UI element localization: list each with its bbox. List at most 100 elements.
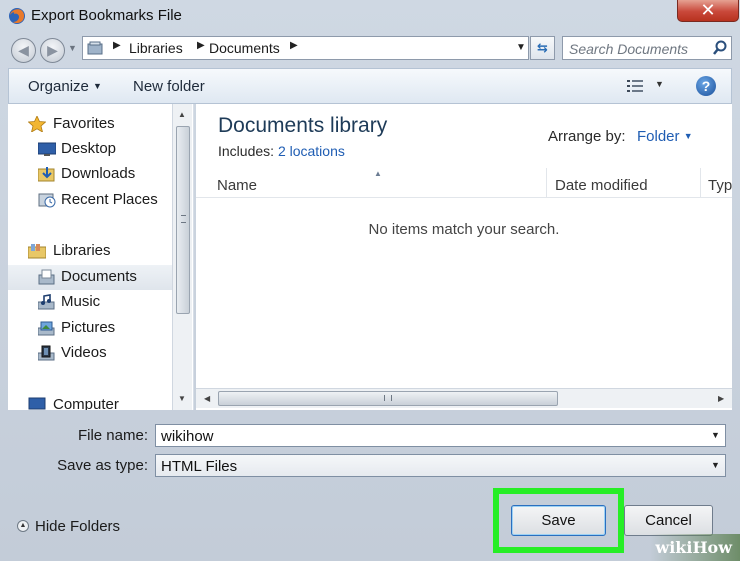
help-icon[interactable]: ? xyxy=(696,76,716,96)
recent-pages-dropdown-icon[interactable]: ▼ xyxy=(68,43,77,53)
search-box[interactable]: Search Documents xyxy=(562,36,732,60)
save-dialog: Export Bookmarks File ✕ ◀ ▶ ▼ ▶ Librarie… xyxy=(0,0,740,561)
nav-label: Computer xyxy=(53,396,119,410)
scrollbar-thumb[interactable] xyxy=(176,126,190,314)
file-name-input[interactable]: wikihow ▼ xyxy=(155,424,726,447)
save-button[interactable]: Save xyxy=(511,505,606,536)
breadcrumb-libraries[interactable]: Libraries xyxy=(129,40,183,56)
library-title: Documents library xyxy=(218,114,388,137)
locations-link[interactable]: 2 locations xyxy=(278,143,345,159)
scroll-down-icon[interactable]: ▼ xyxy=(178,394,186,403)
organize-menu[interactable]: Organize ▼ xyxy=(28,78,102,95)
downloads-folder-icon xyxy=(37,166,56,182)
nav-label: Favorites xyxy=(53,115,115,132)
wikihow-watermark: wikiHow xyxy=(650,534,740,561)
save-as-type-dropdown-icon[interactable]: ▼ xyxy=(711,460,720,470)
collapse-icon: ▲ xyxy=(17,520,29,532)
nav-computer[interactable]: Computer xyxy=(8,393,174,410)
save-as-type-label: Save as type: xyxy=(57,457,148,474)
column-header-row: ▲ Name Date modified Typ xyxy=(196,168,732,198)
nav-favorites[interactable]: Favorites xyxy=(8,112,174,137)
nav-label: Music xyxy=(61,293,101,310)
nav-downloads[interactable]: Downloads xyxy=(8,162,174,187)
title-bar: Export Bookmarks File ✕ xyxy=(0,0,740,33)
view-options-dropdown-icon[interactable]: ▼ xyxy=(655,79,664,89)
nav-desktop[interactable]: Desktop xyxy=(8,137,174,162)
scroll-right-icon[interactable]: ▶ xyxy=(718,394,724,403)
nav-music[interactable]: Music xyxy=(8,290,174,315)
recent-places-icon xyxy=(38,192,56,208)
grip-icon xyxy=(384,395,392,401)
breadcrumb-documents[interactable]: Documents xyxy=(209,40,280,56)
nav-label: Pictures xyxy=(61,319,116,336)
nav-label: Desktop xyxy=(61,140,117,157)
nav-recent-places[interactable]: Recent Places xyxy=(8,188,174,213)
organize-label: Organize xyxy=(28,78,89,95)
firefox-icon xyxy=(9,8,25,24)
cancel-button[interactable]: Cancel xyxy=(624,505,713,536)
libraries-icon xyxy=(87,41,103,55)
arrange-by-dropdown[interactable]: Folder ▼ xyxy=(637,128,693,145)
horizontal-scrollbar[interactable]: ◀ ▶ xyxy=(196,388,732,408)
breadcrumb-separator-icon[interactable]: ▶ xyxy=(113,40,121,51)
nav-label: Documents xyxy=(61,268,137,285)
arrange-by-value: Folder xyxy=(637,128,680,145)
command-bar: Organize ▼ New folder ▼ ? xyxy=(8,68,732,104)
forward-arrow-icon: ▶ xyxy=(47,42,58,58)
address-dropdown-icon[interactable]: ▼ xyxy=(516,42,526,53)
back-button[interactable]: ◀ xyxy=(11,38,36,63)
file-name-dropdown-icon[interactable]: ▼ xyxy=(711,430,720,440)
scroll-left-icon[interactable]: ◀ xyxy=(204,394,210,403)
nav-pane-scrollbar[interactable]: ▲ ▼ xyxy=(172,104,192,410)
change-view-icon[interactable] xyxy=(627,79,643,93)
column-date-modified[interactable]: Date modified xyxy=(555,177,648,194)
videos-icon xyxy=(37,345,56,361)
pictures-icon xyxy=(37,320,56,336)
window-title: Export Bookmarks File xyxy=(31,7,182,24)
column-type[interactable]: Typ xyxy=(708,177,732,194)
column-divider[interactable] xyxy=(546,168,547,198)
new-folder-button[interactable]: New folder xyxy=(133,78,205,95)
breadcrumb-separator-icon[interactable]: ▶ xyxy=(197,40,205,51)
documents-icon xyxy=(38,269,56,285)
column-name[interactable]: Name xyxy=(217,177,257,194)
star-icon xyxy=(27,115,47,133)
save-as-type-select[interactable]: HTML Files ▼ xyxy=(155,454,726,477)
libraries-icon xyxy=(27,243,47,259)
back-arrow-icon: ◀ xyxy=(18,42,29,58)
computer-icon xyxy=(28,397,46,410)
forward-button[interactable]: ▶ xyxy=(40,38,65,63)
close-button[interactable]: ✕ xyxy=(677,0,739,22)
file-name-label: File name: xyxy=(77,427,148,444)
file-list-pane: Documents library Includes: 2 locations … xyxy=(196,104,732,410)
nav-videos[interactable]: Videos xyxy=(8,341,174,366)
breadcrumb-separator-icon[interactable]: ▶ xyxy=(290,40,298,51)
empty-folder-message: No items match your search. xyxy=(368,221,560,238)
nav-libraries[interactable]: Libraries xyxy=(8,239,174,264)
nav-label: Libraries xyxy=(53,242,111,259)
chevron-down-icon: ▼ xyxy=(93,81,102,91)
nav-label: Downloads xyxy=(61,165,136,182)
chevron-down-icon: ▼ xyxy=(683,131,693,141)
navigation-pane: Favorites Desktop Downloads Recent Place… xyxy=(8,104,194,410)
arrange-by-label: Arrange by: xyxy=(548,128,626,145)
search-icon[interactable] xyxy=(712,40,728,56)
grip-icon xyxy=(181,215,186,223)
nav-label: Videos xyxy=(61,344,107,361)
file-name-value: wikihow xyxy=(161,428,214,445)
scrollbar-thumb[interactable] xyxy=(218,391,558,406)
search-placeholder: Search Documents xyxy=(569,41,689,57)
hide-folders-label: Hide Folders xyxy=(35,518,121,535)
sort-ascending-icon: ▲ xyxy=(374,169,382,178)
desktop-icon xyxy=(37,141,57,157)
includes-label: Includes: xyxy=(218,143,275,159)
refresh-button[interactable]: ⇆ xyxy=(530,36,555,60)
scroll-up-icon[interactable]: ▲ xyxy=(178,110,186,119)
address-bar[interactable]: ▶ Libraries ▶ Documents ▶ ▼ xyxy=(82,36,529,60)
refresh-icon: ⇆ xyxy=(537,40,548,55)
nav-label: Recent Places xyxy=(61,191,158,208)
nav-pictures[interactable]: Pictures xyxy=(8,316,174,341)
nav-documents[interactable]: Documents xyxy=(8,265,174,290)
music-icon xyxy=(37,294,56,310)
column-divider[interactable] xyxy=(700,168,701,198)
